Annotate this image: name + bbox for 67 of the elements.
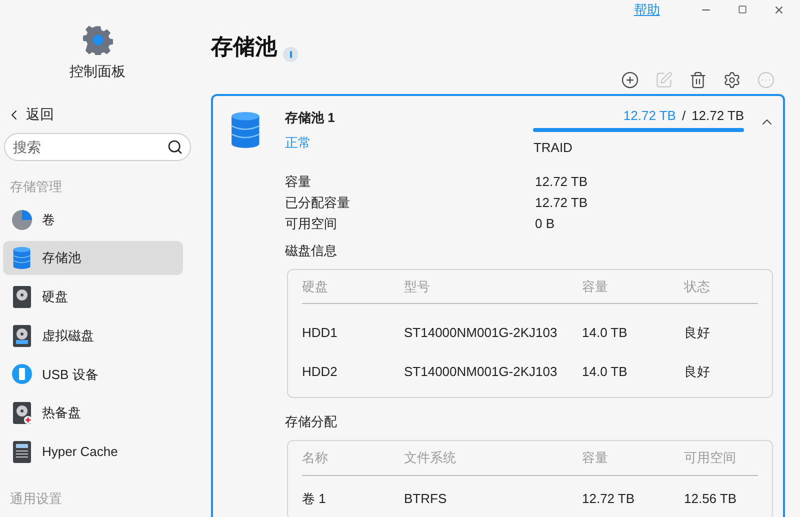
section-heading: 磁盘信息 <box>285 242 337 258</box>
add-icon[interactable] <box>621 70 639 88</box>
search-field[interactable]: 搜索 <box>4 133 191 161</box>
table-cell-text: 14.0 TB <box>582 362 628 381</box>
column-header: 状态 <box>684 278 711 296</box>
sidebar-item[interactable]: Hyper Cache <box>3 434 183 469</box>
total-capacity: 12.72 TB <box>692 106 744 124</box>
table-cell-text: 卷 1 <box>302 490 327 508</box>
sidebar-item[interactable]: USB 设备 <box>3 357 183 392</box>
sidebar-item[interactable]: 热备盘 <box>3 396 183 430</box>
table-cell-text: 12.56 TB <box>684 490 738 508</box>
detail-value: 12.72 TB <box>535 194 588 212</box>
page-title: 存储池 <box>211 32 277 60</box>
sidebar-item[interactable]: 硬盘 <box>3 280 183 314</box>
detail-label: 可用空间 <box>285 215 338 234</box>
sidebar-label: 卷 <box>42 210 55 229</box>
gear-icon <box>82 25 112 55</box>
close-icon <box>773 4 785 16</box>
table-cell-text: 14.0 TB <box>582 324 628 342</box>
sidebar-item[interactable]: 虚拟磁盘 <box>3 318 183 353</box>
database-icon <box>13 247 31 270</box>
column-header: 可用空间 <box>684 449 737 467</box>
section-title: 存储管理 <box>10 178 63 196</box>
database-icon <box>231 112 260 148</box>
raid-type: TRAID <box>533 139 574 157</box>
table-cell-text: ST14000NM001G-2KJ103 <box>404 362 558 381</box>
sidebar-label: 虚拟磁盘 <box>42 326 94 345</box>
pie-chart-icon <box>12 210 32 230</box>
section-heading: 存储分配 <box>285 414 337 429</box>
column-header: 容量 <box>582 449 609 467</box>
sidebar-item[interactable]: 卷 <box>3 202 183 236</box>
section-title: 通用设置 <box>10 490 63 508</box>
settings-icon[interactable] <box>723 70 741 88</box>
detail-label: 容量 <box>285 173 312 192</box>
table-cell-text: 良好 <box>684 324 711 342</box>
sidebar-label: 硬盘 <box>42 288 68 306</box>
usb-drive-icon <box>12 364 32 384</box>
detail-label: 已分配容量 <box>285 194 351 212</box>
column-header: 文件系统 <box>404 449 457 467</box>
detail-value: 0 B <box>535 215 555 234</box>
column-header: 型号 <box>404 278 431 296</box>
ssd-icon <box>13 440 31 463</box>
sidebar-label: 热备盘 <box>42 404 81 422</box>
maximize-icon <box>738 5 747 14</box>
sidebar-label: 存储池 <box>42 249 81 268</box>
table-cell-text: ST14000NM001G-2KJ103 <box>404 324 558 342</box>
column-header: 容量 <box>582 278 609 296</box>
sidebar-item[interactable]: 存储池 <box>3 241 183 276</box>
trash-icon[interactable] <box>689 70 707 88</box>
search-icon[interactable] <box>167 139 183 155</box>
sidebar-label: USB 设备 <box>42 366 98 384</box>
back-button[interactable]: 返回 <box>6 104 54 125</box>
separator: / <box>682 106 686 124</box>
table-cell-text: BTRFS <box>404 490 448 508</box>
info-icon[interactable] <box>283 46 298 62</box>
pool-status: 正常 <box>285 134 312 152</box>
table-cell-text: 12.72 TB <box>582 490 636 508</box>
pool-name: 存储池 1 <box>285 108 336 126</box>
table-cell-text: 良好 <box>684 362 711 381</box>
used-capacity: 12.72 TB <box>623 106 676 124</box>
column-header: 硬盘 <box>302 278 329 296</box>
table-cell-text: HDD1 <box>302 324 338 342</box>
sidebar-label: Hyper Cache <box>42 442 118 461</box>
table-cell-text: HDD2 <box>302 362 338 381</box>
column-header: 名称 <box>302 449 329 467</box>
detail-value: 12.72 TB <box>535 173 588 192</box>
app-title: 控制面板 <box>70 62 126 81</box>
